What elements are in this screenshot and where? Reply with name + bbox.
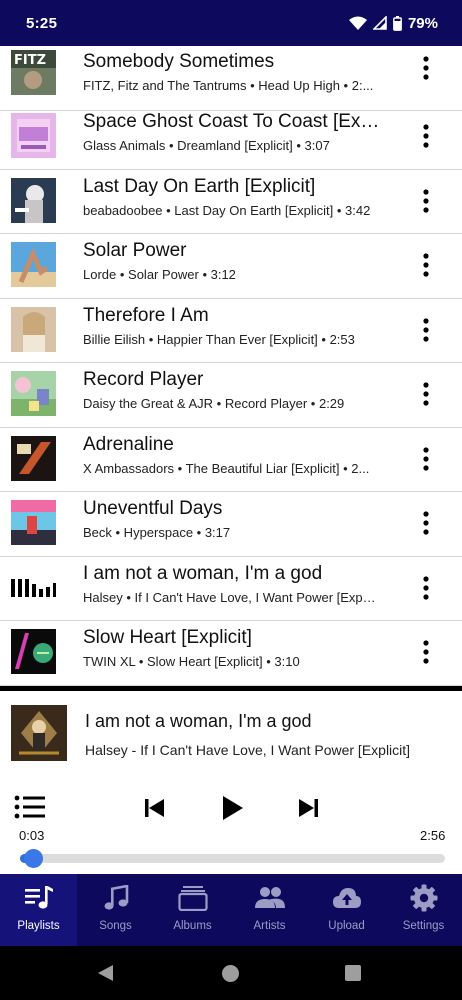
cloud-upload-icon — [332, 884, 362, 912]
nav-settings[interactable]: Settings — [385, 874, 462, 946]
album-icon — [177, 884, 208, 912]
system-navigation-bar — [0, 946, 462, 1000]
song-row[interactable]: Solar Power Lorde • Solar Power • 3:12 — [0, 234, 462, 299]
song-title: Space Ghost Coast To Coast [Explicit] — [83, 111, 383, 132]
album-art — [11, 177, 56, 223]
song-row[interactable]: Slow Heart [Explicit] TWIN XL • Slow Hea… — [0, 621, 462, 686]
song-list[interactable]: FITZ Somebody Sometimes FITZ, Fitz and T… — [0, 46, 462, 686]
album-art — [11, 500, 56, 545]
song-title: Adrenaline — [83, 433, 174, 455]
song-subtitle: Daisy the Great & AJR • Record Player • … — [83, 396, 345, 411]
song-row[interactable]: FITZ Somebody Sometimes FITZ, Fitz and T… — [0, 46, 462, 111]
now-playing-panel: I am not a woman, I'm a god Halsey - If … — [0, 686, 462, 874]
back-icon[interactable] — [97, 964, 114, 987]
seek-bar-thumb[interactable] — [24, 849, 44, 868]
more-options-icon[interactable] — [414, 46, 438, 90]
total-time: 2:56 — [420, 828, 446, 843]
bottom-navigation: Playlists Songs Albums Artists Upload Se… — [0, 874, 462, 946]
previous-track-icon[interactable] — [143, 796, 167, 820]
more-options-icon[interactable] — [414, 566, 438, 610]
song-title: Record Player — [83, 369, 204, 390]
nav-label: Songs — [99, 920, 132, 932]
album-art — [11, 242, 56, 287]
more-options-icon[interactable] — [414, 243, 438, 287]
song-subtitle: X Ambassadors • The Beautiful Liar [Expl… — [83, 460, 370, 476]
nav-upload[interactable]: Upload — [308, 874, 385, 946]
song-row[interactable]: I am not a woman, I'm a god Halsey • If … — [0, 557, 462, 621]
song-subtitle: Lorde • Solar Power • 3:12 — [83, 267, 236, 282]
people-icon — [254, 884, 285, 912]
nav-artists[interactable]: Artists — [231, 874, 308, 946]
song-row[interactable]: Space Ghost Coast To Coast [Explicit] Gl… — [0, 105, 462, 170]
more-options-icon[interactable] — [414, 630, 438, 674]
recent-apps-icon[interactable] — [345, 965, 361, 981]
album-art — [11, 629, 56, 674]
song-subtitle: TWIN XL • Slow Heart [Explicit] • 3:10 — [83, 654, 300, 669]
play-icon[interactable] — [219, 794, 245, 822]
song-title: Last Day On Earth [Explicit] — [83, 175, 316, 197]
more-options-icon[interactable] — [414, 372, 438, 416]
song-subtitle: Beck • Hyperspace • 3:17 — [83, 525, 231, 540]
seek-bar-track[interactable] — [20, 854, 445, 863]
song-title: Somebody Sometimes — [83, 51, 275, 72]
more-options-icon[interactable] — [414, 114, 438, 158]
nav-label: Upload — [328, 920, 365, 932]
battery-percent: 79% — [407, 14, 438, 32]
song-row[interactable]: Uneventful Days Beck • Hyperspace • 3:17 — [0, 492, 462, 557]
song-subtitle: Halsey • If I Can't Have Love, I Want Po… — [83, 589, 378, 605]
album-art: FITZ — [11, 50, 56, 95]
more-options-icon[interactable] — [414, 437, 438, 481]
current-time: 0:03 — [19, 828, 45, 843]
status-bar: 5:25 79% — [0, 0, 462, 46]
album-art — [11, 113, 56, 158]
song-title: I am not a woman, I'm a god — [83, 562, 323, 584]
album-art — [11, 435, 56, 481]
song-title: Therefore I Am — [83, 304, 209, 326]
song-row[interactable]: Adrenaline X Ambassadors • The Beautiful… — [0, 428, 462, 492]
nav-label: Playlists — [17, 920, 60, 932]
nav-playlists[interactable]: Playlists — [0, 874, 77, 946]
more-options-icon[interactable] — [414, 501, 438, 545]
next-track-icon[interactable] — [296, 796, 320, 820]
home-icon[interactable] — [222, 965, 239, 982]
song-subtitle: Glass Animals • Dreamland [Explicit] • 3… — [83, 138, 330, 153]
song-title: Solar Power — [83, 240, 187, 261]
svg-text:FITZ: FITZ — [14, 53, 46, 68]
song-subtitle: FITZ, Fitz and The Tantrums • Head Up Hi… — [83, 78, 374, 93]
song-row[interactable]: Last Day On Earth [Explicit] beabadoobee… — [0, 170, 462, 234]
playlist-icon — [24, 884, 54, 912]
song-title: Uneventful Days — [83, 498, 223, 519]
wifi-icon — [348, 16, 367, 30]
battery-icon — [393, 15, 402, 31]
nav-label: Albums — [173, 920, 212, 932]
more-options-icon[interactable] — [414, 308, 438, 352]
now-playing-subtitle: Halsey - If I Can't Have Love, I Want Po… — [85, 742, 411, 758]
now-playing-title: I am not a woman, I'm a god — [85, 711, 312, 731]
gear-icon — [409, 884, 439, 912]
song-row[interactable]: Record Player Daisy the Great & AJR • Re… — [0, 363, 462, 428]
song-subtitle: beabadoobee • Last Day On Earth [Explici… — [83, 202, 371, 218]
album-art — [11, 306, 56, 352]
queue-list-icon[interactable] — [14, 795, 46, 819]
nav-albums[interactable]: Albums — [154, 874, 231, 946]
song-title: Slow Heart [Explicit] — [83, 627, 252, 648]
nav-label: Settings — [402, 920, 445, 932]
song-subtitle: Billie Eilish • Happier Than Ever [Expli… — [83, 331, 355, 347]
song-row[interactable]: Therefore I Am Billie Eilish • Happier T… — [0, 299, 462, 363]
audio-placeholder-icon — [11, 564, 56, 610]
now-playing-album-art[interactable] — [11, 705, 67, 761]
music-note-icon — [101, 884, 131, 912]
more-options-icon[interactable] — [414, 179, 438, 223]
album-art — [11, 371, 56, 416]
status-icons: 79% — [348, 14, 438, 32]
cell-signal-icon — [372, 16, 387, 30]
nav-songs[interactable]: Songs — [77, 874, 154, 946]
nav-label: Artists — [253, 920, 286, 932]
status-time: 5:25 — [26, 14, 58, 32]
